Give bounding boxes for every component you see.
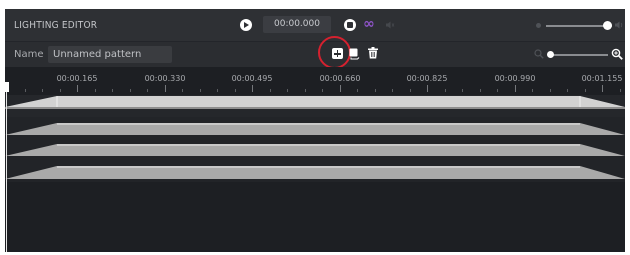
ruler-minor-tick [410, 89, 411, 92]
ruler-minor-tick [270, 89, 271, 92]
ruler-minor-tick [235, 89, 236, 92]
ruler-minor-tick [585, 89, 586, 92]
stop-icon[interactable] [344, 19, 356, 31]
copy-icon[interactable] [349, 48, 360, 60]
timeline-track[interactable] [5, 159, 625, 182]
ruler-minor-tick [60, 89, 61, 92]
zoom-in-icon[interactable] [611, 48, 623, 60]
loop-icon[interactable]: ∞ [363, 17, 375, 31]
ruler-label: 00:00.825 [406, 74, 448, 83]
ruler-label: 00:01.155 [581, 74, 623, 83]
zoom-out-icon[interactable] [534, 49, 544, 59]
ruler-minor-tick [95, 89, 96, 92]
playhead-line[interactable] [6, 82, 7, 252]
ruler-minor-tick [375, 89, 376, 92]
speaker-icon[interactable] [614, 20, 624, 30]
ruler-major-tick [340, 85, 341, 92]
pattern-toolbar: Name Unnamed pattern [5, 36, 625, 69]
mute-speaker-icon[interactable] [385, 20, 395, 30]
ruler-minor-tick [217, 89, 218, 92]
volume-min-icon [536, 23, 541, 28]
time-display[interactable]: 00:00.000 [263, 16, 331, 33]
ruler-minor-tick [480, 89, 481, 92]
ruler-minor-tick [322, 89, 323, 92]
ruler-minor-tick [25, 89, 26, 92]
ruler-major-tick [77, 85, 78, 92]
ruler-minor-tick [287, 89, 288, 92]
ruler-minor-tick [147, 89, 148, 92]
editor-title: LIGHTING EDITOR [14, 20, 98, 31]
track-area[interactable] [5, 95, 625, 252]
ruler-minor-tick [445, 89, 446, 92]
ruler-minor-tick [200, 89, 201, 92]
timeline-track[interactable] [5, 95, 625, 117]
ruler-minor-tick [462, 89, 463, 92]
ruler-minor-tick [182, 89, 183, 92]
ruler-label: 00:00.165 [56, 74, 98, 83]
ruler-major-tick [252, 85, 253, 92]
pattern-name-input[interactable]: Unnamed pattern [48, 46, 172, 63]
ruler-major-tick [165, 85, 166, 92]
ruler-minor-tick [42, 89, 43, 92]
lighting-editor: LIGHTING EDITOR 00:00.000 ∞ Name Unnamed… [5, 9, 625, 252]
zoom-slider-handle[interactable] [547, 51, 554, 58]
ruler-minor-tick [532, 89, 533, 92]
trash-icon[interactable] [368, 47, 378, 59]
ruler-minor-tick [392, 89, 393, 92]
ruler-major-tick [427, 85, 428, 92]
ruler-minor-tick [130, 89, 131, 92]
timeline-ruler[interactable]: 00:00.165 00:00.330 00:00.495 00:00.660 … [5, 67, 625, 95]
title-bar: LIGHTING EDITOR 00:00.000 ∞ [5, 9, 625, 42]
ruler-major-tick [602, 85, 603, 92]
volume-slider-handle[interactable] [603, 21, 612, 30]
zoom-slider[interactable] [550, 54, 608, 56]
ruler-minor-tick [357, 89, 358, 92]
ruler-minor-tick [112, 89, 113, 92]
play-icon[interactable] [240, 19, 252, 31]
ruler-label: 00:00.330 [144, 74, 186, 83]
highlight-circle [318, 36, 351, 69]
ruler-minor-tick [550, 89, 551, 92]
timeline-track[interactable] [5, 138, 625, 159]
ruler-minor-tick [620, 89, 621, 92]
timeline-track[interactable] [5, 117, 625, 138]
ruler-minor-tick [567, 89, 568, 92]
ruler-label: 00:00.660 [319, 74, 361, 83]
ruler-minor-tick [305, 89, 306, 92]
name-label: Name [14, 49, 44, 60]
ruler-label: 00:00.990 [494, 74, 536, 83]
ruler-minor-tick [497, 89, 498, 92]
ruler-major-tick [515, 85, 516, 92]
playhead-handle[interactable] [5, 82, 9, 92]
ruler-label: 00:00.495 [231, 74, 273, 83]
